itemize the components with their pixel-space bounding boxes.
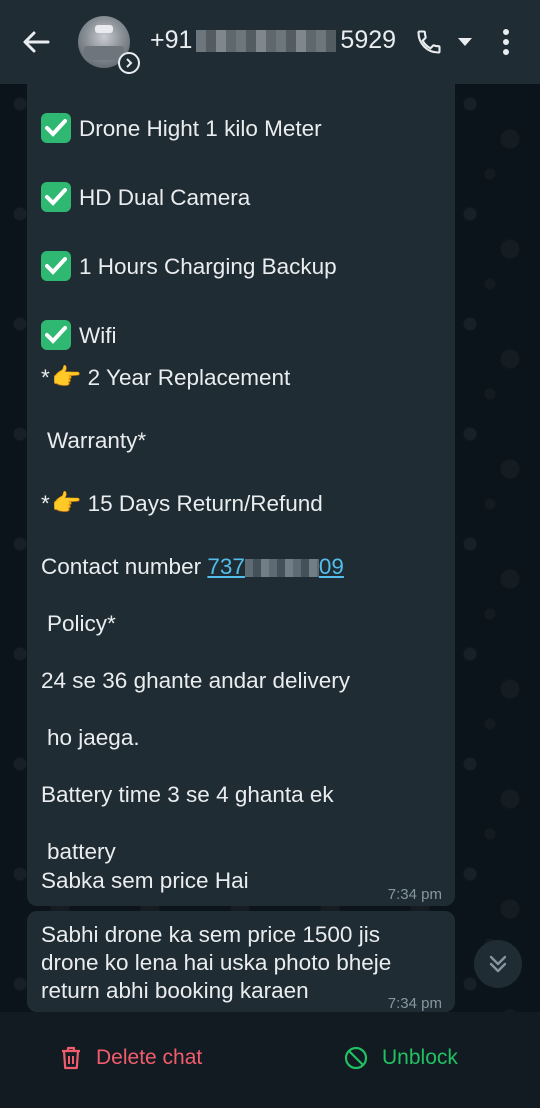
chevron-double-down-icon: [489, 955, 507, 973]
chat-area[interactable]: Drone Hight 1 kilo Meter HD Dual Camera …: [0, 84, 540, 1012]
message-line: *👉 15 Days Return/Refund: [41, 490, 323, 517]
blocked-contact-bar: Delete chat Unblock: [0, 1012, 540, 1108]
checkmark-icon: [41, 251, 71, 282]
message-line: Warranty*: [47, 428, 147, 453]
message-line: Wifi: [41, 320, 117, 352]
contact-number-link[interactable]: 737 09: [207, 554, 344, 579]
unblock-icon: [344, 1046, 368, 1070]
back-arrow-icon: [23, 31, 50, 53]
back-button[interactable]: [18, 26, 54, 58]
info-chevron-icon[interactable]: [118, 52, 140, 74]
message-line: battery: [47, 839, 116, 864]
delete-chat-label: Delete chat: [96, 1046, 203, 1069]
message-line: Contact number 737 09: [41, 554, 344, 579]
message-line: Sabka sem price Hai: [41, 868, 249, 893]
message-line: 1 Hours Charging Backup: [41, 251, 337, 283]
chat-header: +91 5929: [0, 0, 540, 84]
more-options-button[interactable]: [494, 26, 518, 58]
call-icon: [417, 30, 441, 54]
checkmark-icon: [41, 182, 71, 213]
scroll-to-bottom-button[interactable]: [474, 940, 522, 988]
message-bubble[interactable]: Drone Hight 1 kilo Meter HD Dual Camera …: [27, 84, 455, 906]
checkmark-icon: [41, 320, 71, 351]
dropdown-icon: [458, 38, 472, 46]
unblock-label: Unblock: [382, 1046, 458, 1069]
pointing-hand-icon: 👉: [51, 490, 82, 517]
message-time: 7:34 pm: [387, 886, 442, 903]
avatar-logo: [95, 25, 113, 33]
message-line: HD Dual Camera: [41, 182, 250, 214]
message-line: Drone Hight 1 kilo Meter: [41, 113, 322, 145]
pointing-hand-icon: 👉: [51, 364, 82, 391]
message-line: Sabhi drone ka sem price 1500 jis: [41, 922, 380, 947]
call-button[interactable]: [412, 26, 446, 58]
message-line: *👉 2 Year Replacement: [41, 364, 291, 391]
contact-name[interactable]: +91 5929: [150, 26, 396, 55]
message-bubble[interactable]: Sabhi drone ka sem price 1500 jis drone …: [27, 911, 455, 1012]
checkmark-icon: [41, 113, 71, 144]
redacted-number: [244, 559, 319, 578]
message-line: ho jaega.: [47, 725, 140, 750]
message-line: Policy*: [47, 611, 116, 636]
unblock-button[interactable]: Unblock: [344, 1046, 458, 1070]
trash-icon: [62, 1046, 80, 1070]
message-line: 24 se 36 ghante andar delivery: [41, 668, 350, 693]
message-line: return abhi booking karaen: [41, 978, 309, 1003]
contact-suffix: 5929: [340, 26, 397, 54]
message-line: drone ko lena hai uska photo bheje: [41, 950, 392, 975]
message-time: 7:34 pm: [387, 995, 442, 1012]
contact-prefix: +91: [150, 26, 193, 54]
more-vert-icon: [503, 29, 509, 55]
delete-chat-button[interactable]: Delete chat: [60, 1046, 202, 1070]
redacted-number: [196, 29, 337, 52]
call-dropdown[interactable]: [456, 34, 474, 50]
message-line: Battery time 3 se 4 ghanta ek: [41, 782, 334, 807]
